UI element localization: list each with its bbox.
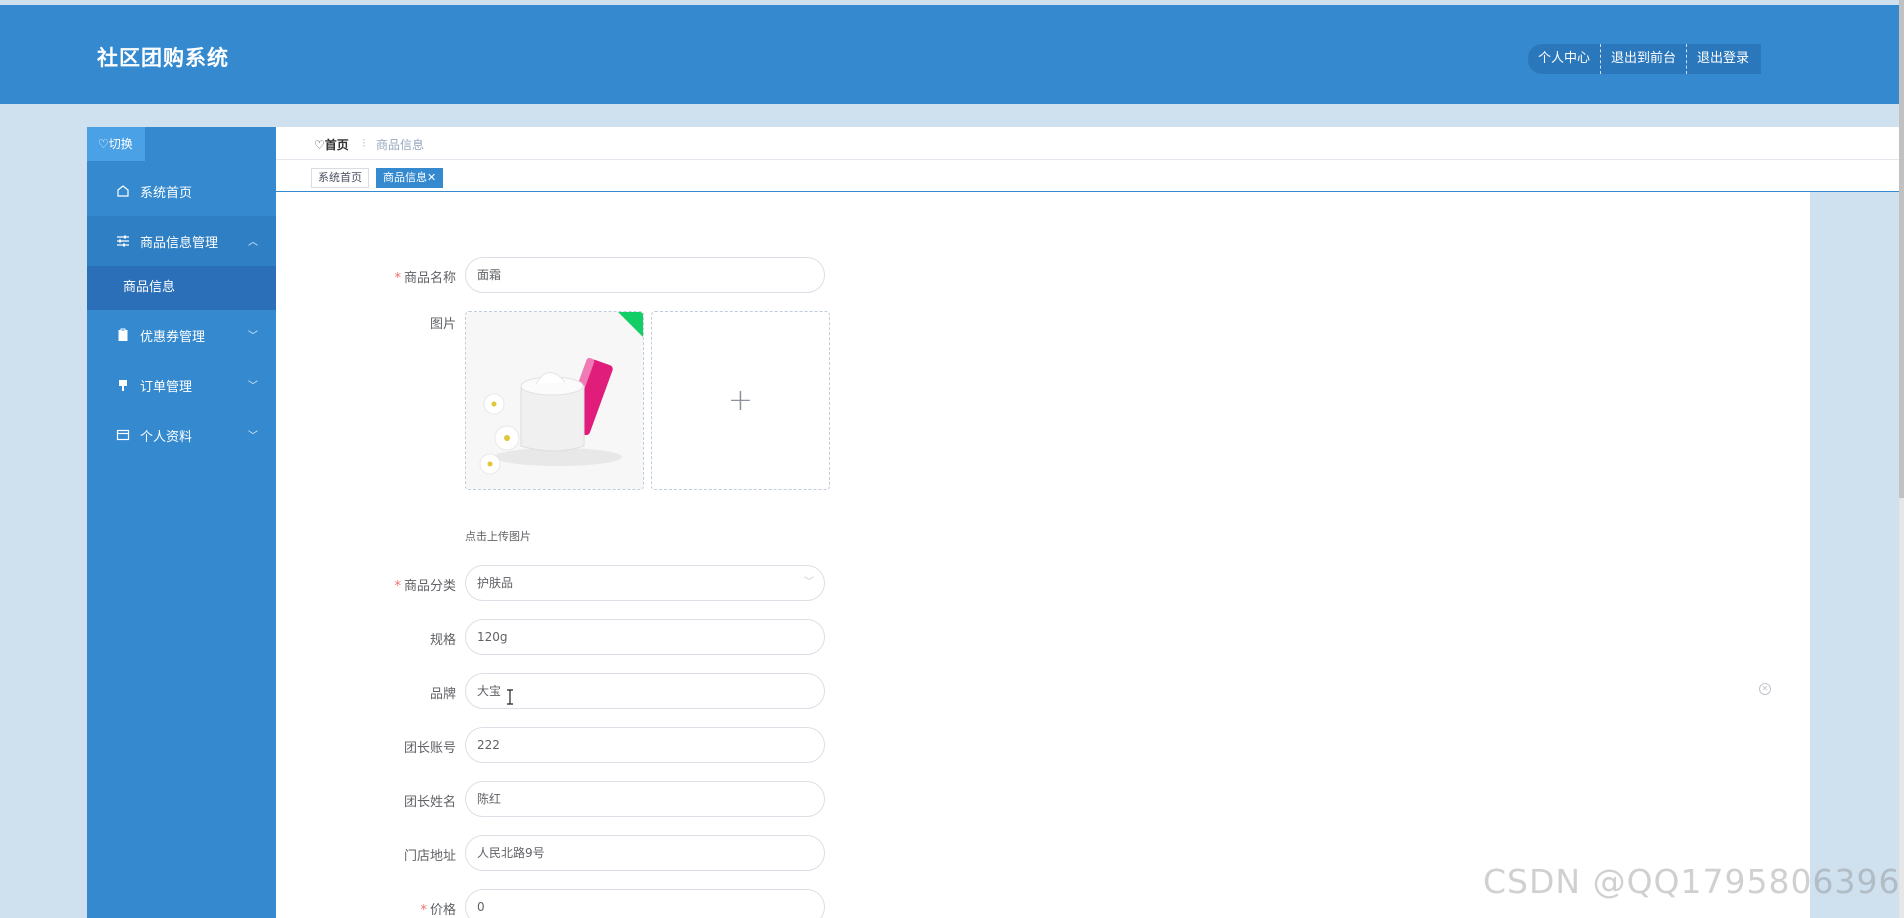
sidebar-item-label: 个人资料: [140, 429, 193, 445]
chevron-down-icon: ﹀: [248, 381, 258, 392]
sidebar-item-coupon-management[interactable]: 优惠券管理 ﹀: [87, 310, 276, 360]
sidebar: ♡切换 系统首页 商品信息管理 ︿ 商品信息 优惠券管理 ﹀ 订单管理 ﹀ 个人…: [87, 127, 276, 918]
tab-product-info[interactable]: 商品信息✕: [376, 168, 444, 188]
clipboard-icon: [116, 328, 130, 342]
spec-input[interactable]: 120g: [465, 619, 825, 655]
wallet-icon: [116, 428, 130, 442]
sidebar-subitem-product-info[interactable]: 商品信息: [87, 266, 276, 310]
pin-icon: [116, 378, 130, 392]
home-icon: [116, 184, 130, 198]
app-title: 社区团购系统: [97, 46, 229, 70]
sidebar-item-order-management[interactable]: 订单管理 ﹀: [87, 360, 276, 410]
leader-name-input[interactable]: 陈红: [465, 781, 825, 817]
heart-icon: ♡: [314, 138, 325, 152]
close-circle-icon[interactable]: ✕: [1759, 683, 1771, 695]
product-photo: [466, 312, 643, 489]
switch-label: 切换: [108, 137, 133, 151]
category-label: * 商品分类: [394, 579, 456, 594]
scrollbar-thumb[interactable]: [1899, 0, 1904, 498]
heart-icon: ♡: [98, 137, 109, 151]
chevron-down-icon: ﹀: [248, 431, 258, 442]
sliders-icon: [116, 234, 130, 248]
chevron-up-icon: ︿: [248, 237, 258, 248]
store-address-label: 门店地址: [403, 849, 456, 864]
leader-account-input[interactable]: 222: [465, 727, 825, 763]
leader-name-label: 团长姓名: [403, 795, 456, 810]
watermark: CSDN @QQ1795806396: [1483, 862, 1901, 901]
sidebar-switch-button[interactable]: ♡切换: [87, 127, 145, 161]
spec-label: 规格: [429, 633, 456, 648]
top-header: 社区团购系统 个人中心 退出到前台 退出登录: [0, 5, 1904, 104]
text-cursor-icon: [506, 689, 514, 705]
sidebar-item-label: 优惠券管理: [140, 329, 206, 345]
sidebar-item-profile[interactable]: 个人资料 ﹀: [87, 410, 276, 460]
sidebar-item-home[interactable]: 系统首页: [87, 166, 276, 216]
back-to-frontend-link[interactable]: 退出到前台: [1601, 44, 1688, 74]
product-name-label: * 商品名称: [394, 271, 456, 286]
tags-view: 系统首页 商品信息✕: [276, 160, 1900, 192]
brand-label: 品牌: [429, 687, 456, 702]
sidebar-item-label: 商品信息管理: [140, 235, 219, 251]
store-address-input[interactable]: 人民北路9号: [465, 835, 825, 871]
sidebar-item-label: 系统首页: [140, 185, 193, 201]
upload-button[interactable]: +: [651, 311, 830, 490]
category-select[interactable]: 护肤品 ﹀: [465, 565, 825, 601]
breadcrumb: ♡首页 ⁝ 商品信息: [276, 127, 1900, 160]
breadcrumb-current: 商品信息: [376, 138, 425, 152]
page-scrollbar[interactable]: [1899, 0, 1904, 918]
logout-link[interactable]: 退出登录: [1687, 44, 1761, 74]
chevron-down-icon: ﹀: [804, 577, 814, 588]
main-content: * 商品名称 面霜 图片 + 点击上传图片 * 商品分类 护肤品 ﹀ 规格 12…: [276, 192, 1810, 918]
product-name-input[interactable]: 面霜: [465, 257, 825, 293]
sidebar-item-label: 订单管理: [140, 379, 193, 395]
price-label: * 价格: [420, 903, 456, 918]
sidebar-item-product-management[interactable]: 商品信息管理 ︿: [87, 216, 276, 266]
brand-input[interactable]: 大宝: [465, 673, 825, 709]
image-label: 图片: [429, 317, 456, 332]
uploaded-image[interactable]: [465, 311, 644, 490]
breadcrumb-separator: ⁝: [362, 136, 366, 150]
tab-system-home[interactable]: 系统首页: [311, 168, 369, 188]
breadcrumb-home[interactable]: ♡首页: [314, 136, 349, 153]
plus-icon: +: [727, 383, 754, 418]
chevron-down-icon: ﹀: [248, 331, 258, 342]
leader-account-label: 团长账号: [403, 741, 456, 756]
personal-center-link[interactable]: 个人中心: [1528, 44, 1602, 74]
upload-hint: 点击上传图片: [465, 530, 531, 543]
price-input[interactable]: 0: [465, 889, 825, 918]
header-nav: 个人中心 退出到前台 退出登录: [1528, 44, 1762, 74]
